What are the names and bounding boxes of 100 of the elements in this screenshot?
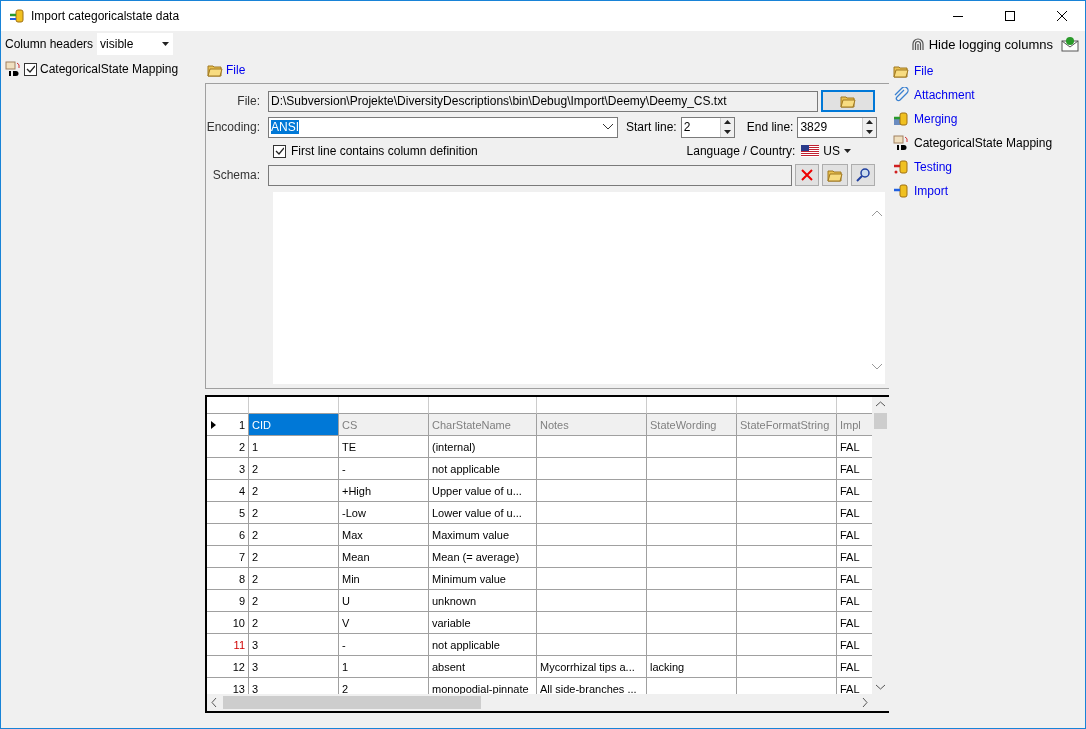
spin-down-icon[interactable] bbox=[723, 129, 731, 134]
grid-cell[interactable]: CharStateName bbox=[429, 414, 537, 436]
grid-cell: +High bbox=[339, 480, 429, 502]
browse-file-button[interactable] bbox=[821, 90, 875, 112]
grid-cell: 2 bbox=[249, 568, 339, 590]
row-header[interactable]: 3 bbox=[207, 458, 249, 480]
database-merge-icon bbox=[893, 111, 909, 127]
end-line-label: End line: bbox=[746, 120, 794, 134]
column-headers-dropdown[interactable]: visible bbox=[97, 33, 174, 55]
start-line-field[interactable]: 2 bbox=[680, 116, 735, 138]
close-icon[interactable] bbox=[1057, 11, 1067, 21]
end-line-field[interactable]: 3829 bbox=[797, 116, 878, 138]
tree-item[interactable]: CategoricalState Mapping bbox=[40, 62, 179, 76]
grid-cell: TE bbox=[339, 436, 429, 458]
column-header[interactable] bbox=[537, 397, 647, 414]
spin-up-icon[interactable] bbox=[723, 120, 731, 125]
spin-up-icon[interactable] bbox=[866, 120, 874, 125]
folder-icon bbox=[207, 63, 223, 77]
grid-cell: 2 bbox=[339, 678, 429, 694]
schema-field[interactable] bbox=[268, 164, 792, 186]
grid-cell: variable bbox=[429, 612, 537, 634]
grid-cell: Mycorrhizal tips a... bbox=[537, 656, 647, 678]
row-header[interactable]: 6 bbox=[207, 524, 249, 546]
grid-cell: 3 bbox=[249, 678, 339, 694]
step-link[interactable]: File bbox=[914, 64, 934, 78]
language-dropdown[interactable]: US bbox=[823, 144, 840, 158]
grid-cell: All side-branches ... bbox=[537, 678, 647, 694]
column-header[interactable] bbox=[249, 397, 339, 414]
grid-cell: 2 bbox=[249, 612, 339, 634]
hide-logging-columns-button[interactable]: Hide logging columns bbox=[928, 36, 1053, 52]
grid-cell[interactable]: StateWording bbox=[647, 414, 737, 436]
row-header[interactable]: 2 bbox=[207, 436, 249, 458]
grid-cell[interactable]: CID bbox=[249, 414, 339, 436]
grid-cell[interactable]: Impl bbox=[837, 414, 872, 436]
grid-cell: -Low bbox=[339, 502, 429, 524]
scrollbar-thumb[interactable] bbox=[223, 696, 481, 709]
scroll-down-icon[interactable] bbox=[876, 684, 885, 690]
column-header[interactable] bbox=[339, 397, 429, 414]
grid-cell: (internal) bbox=[429, 436, 537, 458]
tree-checkbox[interactable] bbox=[24, 62, 37, 76]
search-schema-button[interactable] bbox=[851, 164, 875, 186]
column-headers-label: Column headers bbox=[5, 37, 94, 51]
row-header[interactable]: 11 bbox=[207, 634, 249, 656]
row-header[interactable]: 4 bbox=[207, 480, 249, 502]
scroll-right-icon[interactable] bbox=[862, 698, 868, 707]
scrollbar-thumb[interactable] bbox=[874, 413, 887, 429]
grid-cell[interactable]: StateFormatString bbox=[737, 414, 837, 436]
grid-cell[interactable]: Notes bbox=[537, 414, 647, 436]
window-title: Import categoricalstate data bbox=[31, 9, 181, 23]
file-section-header: File bbox=[226, 63, 246, 77]
grid-cell[interactable]: CS bbox=[339, 414, 429, 436]
clear-schema-button[interactable] bbox=[795, 164, 819, 186]
scroll-up-icon[interactable] bbox=[872, 210, 882, 216]
grid-cell: 3 bbox=[249, 656, 339, 678]
row-header[interactable]: 10 bbox=[207, 612, 249, 634]
file-path-field[interactable]: D:\Subversion\Projekte\DiversityDescriptions\bin\Debug\Import\Deemy\Deemy_CS.txt bbox=[268, 90, 818, 112]
grid-cell: Mean bbox=[339, 546, 429, 568]
caret-icon[interactable] bbox=[844, 149, 851, 153]
encoding-dropdown[interactable]: ANSI bbox=[268, 116, 618, 138]
row-header[interactable]: 8 bbox=[207, 568, 249, 590]
row-header[interactable]: 7 bbox=[207, 546, 249, 568]
scroll-up-icon[interactable] bbox=[876, 401, 885, 407]
folder-icon bbox=[827, 168, 843, 182]
grid-cell: 2 bbox=[249, 502, 339, 524]
step-link[interactable]: Attachment bbox=[914, 88, 975, 102]
first-line-checkbox[interactable] bbox=[273, 144, 286, 158]
row-header[interactable]: 12 bbox=[207, 656, 249, 678]
grid-cell: 2 bbox=[249, 458, 339, 480]
column-header[interactable] bbox=[429, 397, 537, 414]
encoding-label: Encoding: bbox=[206, 120, 261, 134]
column-header[interactable] bbox=[737, 397, 837, 414]
row-header[interactable]: 9 bbox=[207, 590, 249, 612]
grid-cell: Lower value of u... bbox=[429, 502, 537, 524]
column-header[interactable] bbox=[647, 397, 737, 414]
grid-cell: 3 bbox=[249, 634, 339, 656]
minimize-icon[interactable] bbox=[953, 15, 963, 17]
database-question-icon bbox=[893, 159, 909, 175]
spin-down-icon[interactable] bbox=[866, 129, 874, 134]
step-link[interactable]: Testing bbox=[914, 160, 953, 174]
grid-cell: lacking bbox=[647, 656, 737, 678]
chevron-down-icon[interactable] bbox=[603, 124, 613, 130]
grid-cell: absent bbox=[429, 656, 537, 678]
step-link[interactable]: Merging bbox=[914, 112, 958, 126]
row-header[interactable]: 1 bbox=[207, 414, 249, 436]
grid-cell: not applicable bbox=[429, 634, 537, 656]
step-link[interactable]: Import bbox=[914, 184, 948, 198]
language-country-label: Language / Country: bbox=[686, 144, 796, 158]
start-line-label: Start line: bbox=[626, 120, 677, 134]
scroll-down-icon[interactable] bbox=[872, 364, 882, 370]
scroll-left-icon[interactable] bbox=[211, 698, 217, 707]
grid-cell: monopodial-pinnate bbox=[429, 678, 537, 694]
step-link[interactable]: CategoricalState Mapping bbox=[914, 136, 1053, 150]
folder-icon bbox=[840, 94, 856, 108]
maximize-icon[interactable] bbox=[1005, 11, 1015, 21]
envelope-download-icon[interactable] bbox=[1061, 36, 1079, 52]
caret-icon[interactable] bbox=[162, 42, 170, 46]
search-icon bbox=[856, 168, 870, 182]
folder-icon bbox=[893, 64, 909, 78]
grid-cell: not applicable bbox=[429, 458, 537, 480]
row-header[interactable]: 5 bbox=[207, 502, 249, 524]
